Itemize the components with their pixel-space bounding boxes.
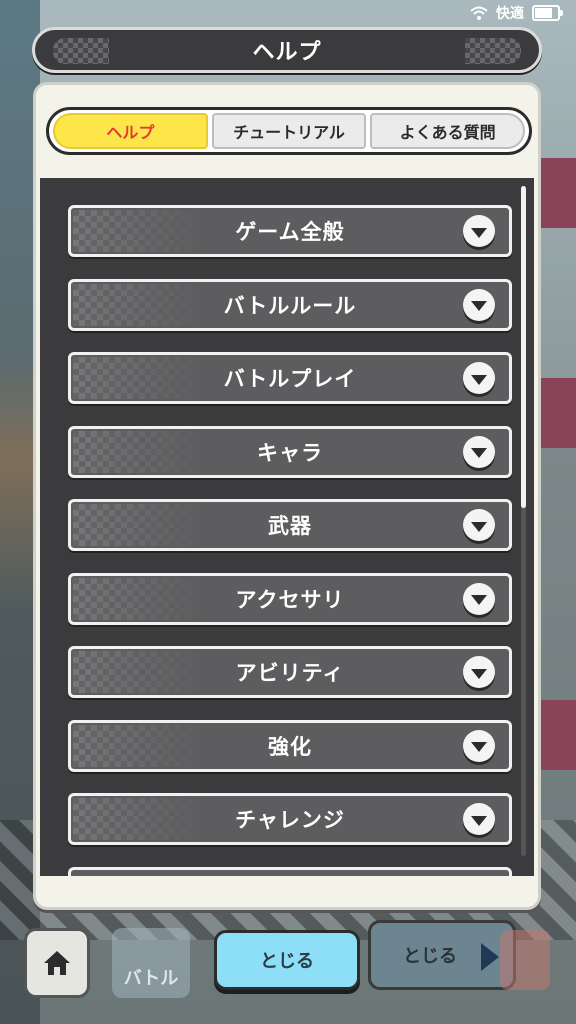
chevron-down-icon[interactable] <box>463 656 495 688</box>
item-pattern <box>73 798 203 840</box>
close-button-background-label: とじる <box>403 946 457 967</box>
help-list[interactable]: ゲーム全般バトルルール バトルプレイ キャラ武器アクセサリアビリティ強化チャレンジ <box>40 178 534 876</box>
help-item[interactable]: アビリティ <box>68 646 512 698</box>
help-item-partial[interactable] <box>68 866 512 876</box>
close-button[interactable]: とじる <box>214 930 360 990</box>
chevron-down-icon[interactable] <box>463 215 495 247</box>
item-pattern <box>73 430 203 473</box>
wifi-icon <box>470 6 488 20</box>
arrow-right-icon <box>481 943 499 971</box>
item-pattern <box>73 651 203 693</box>
item-pattern <box>73 504 203 546</box>
help-item-label: アビリティ <box>235 661 345 685</box>
help-panel: ヘルプ チュートリアル よくある質問 ゲーム全般バトルルール バトルプレイ キャラ武… <box>33 82 541 910</box>
status-bar: 快適 <box>470 0 576 26</box>
item-pattern <box>73 283 203 326</box>
battery-fill <box>535 8 552 18</box>
help-item[interactable]: ゲーム全般 <box>68 205 512 257</box>
help-item[interactable]: 武器 <box>68 499 512 551</box>
help-item-label: 武器 <box>268 514 312 538</box>
background-band <box>536 378 576 448</box>
background-band <box>536 158 576 228</box>
chevron-down-icon[interactable] <box>463 288 495 321</box>
home-button[interactable] <box>24 928 90 998</box>
help-item[interactable]: アクセサリ <box>68 572 512 625</box>
tab-bar: ヘルプ チュートリアル よくある質問 <box>46 107 532 155</box>
close-button-background: とじる <box>368 920 516 990</box>
title-decoration-left <box>53 38 109 64</box>
help-item[interactable]: 強化 <box>68 719 512 772</box>
dialog-title: ヘルプ <box>252 40 322 65</box>
help-item-label: アクセサリ <box>235 587 345 612</box>
battery-icon <box>532 5 563 21</box>
help-item[interactable]: バトルルール <box>68 278 512 331</box>
help-item-label: バトルプレイ <box>223 367 357 391</box>
battle-tab-label: バトル <box>123 968 179 989</box>
background-band <box>536 700 576 770</box>
help-item[interactable]: バトルプレイ <box>68 352 512 404</box>
help-item[interactable]: チャレンジ <box>68 793 512 845</box>
help-item[interactable]: キャラ <box>68 425 512 478</box>
tab-help[interactable]: ヘルプ <box>53 113 208 149</box>
chevron-down-icon[interactable] <box>463 509 495 541</box>
carrier-text: 快適 <box>496 6 524 22</box>
help-item-label: キャラ <box>257 440 323 465</box>
chevron-down-icon[interactable] <box>463 803 495 835</box>
tab-tutorial[interactable]: チュートリアル <box>211 113 367 149</box>
help-item-label: ゲーム全般 <box>235 220 345 244</box>
chevron-down-icon[interactable] <box>463 582 495 615</box>
item-pattern <box>73 210 203 252</box>
item-pattern <box>73 357 203 399</box>
close-button-label: とじる <box>260 951 314 972</box>
battle-tab[interactable]: バトル <box>112 928 190 998</box>
tab-faq[interactable]: よくある質問 <box>370 113 526 149</box>
item-pattern <box>73 724 203 767</box>
help-item-label: バトルルール <box>223 293 357 318</box>
chevron-down-icon[interactable] <box>463 729 495 762</box>
dialog-title-bar: ヘルプ <box>32 27 542 73</box>
help-item-label: チャレンジ <box>235 808 345 832</box>
home-icon <box>42 949 72 977</box>
title-decoration-right <box>465 38 521 64</box>
item-pattern <box>73 577 203 620</box>
scrollbar-thumb[interactable] <box>521 186 526 508</box>
menu-button[interactable] <box>500 930 550 990</box>
chevron-down-icon[interactable] <box>463 362 495 394</box>
help-item-label: 強化 <box>268 734 312 759</box>
chevron-down-icon[interactable] <box>463 435 495 468</box>
